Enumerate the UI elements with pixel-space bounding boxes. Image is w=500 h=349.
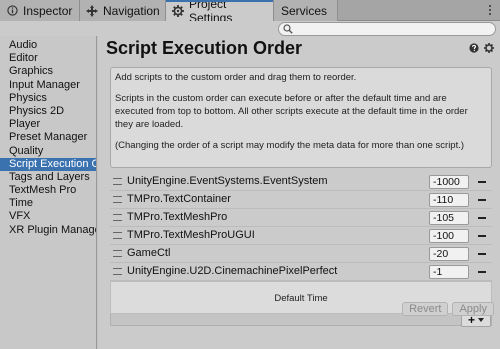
table-row[interactable]: UnityEngine.U2D.CinemachinePixelPerfect bbox=[110, 263, 492, 281]
sidebar-item-physics[interactable]: Physics bbox=[0, 92, 96, 105]
tab-bar: Inspector Navigation Project Settings Se… bbox=[0, 0, 500, 25]
tab-label: Inspector bbox=[23, 3, 73, 18]
footer-buttons: Revert Apply bbox=[402, 302, 494, 316]
sidebar-item-time[interactable]: Time bbox=[0, 197, 96, 210]
script-name: TMPro.TextMeshPro bbox=[127, 211, 228, 223]
sidebar-item-physics-2d[interactable]: Physics 2D bbox=[0, 105, 96, 118]
settings-sidebar: Audio Editor Graphics Input Manager Phys… bbox=[0, 36, 97, 349]
drag-handle-icon[interactable] bbox=[113, 250, 122, 257]
minus-icon bbox=[478, 181, 486, 183]
help-text-line: Scripts in the custom order can execute … bbox=[115, 93, 468, 130]
script-order-list: UnityEngine.EventSystems.EventSystem TMP… bbox=[110, 173, 492, 281]
remove-script-button[interactable] bbox=[476, 176, 488, 188]
settings-gear-icon[interactable] bbox=[484, 43, 494, 53]
sidebar-item-editor[interactable]: Editor bbox=[0, 52, 96, 65]
execution-order-field[interactable] bbox=[429, 229, 469, 243]
drag-handle-icon[interactable] bbox=[113, 196, 122, 203]
sidebar-item-player[interactable]: Player bbox=[0, 118, 96, 131]
script-name: UnityEngine.EventSystems.EventSystem bbox=[127, 175, 328, 187]
search-icon bbox=[282, 23, 294, 35]
remove-script-button[interactable] bbox=[476, 266, 488, 278]
table-row[interactable]: TMPro.TextMeshPro bbox=[110, 209, 492, 227]
remove-script-button[interactable] bbox=[476, 248, 488, 260]
sidebar-item-script-execution-order[interactable]: Script Execution Order bbox=[0, 157, 96, 171]
sidebar-item-quality[interactable]: Quality bbox=[0, 145, 96, 158]
table-row[interactable]: UnityEngine.EventSystems.EventSystem bbox=[110, 173, 492, 191]
tab-navigation[interactable]: Navigation bbox=[80, 0, 166, 21]
execution-order-field[interactable] bbox=[429, 193, 469, 207]
info-icon bbox=[6, 5, 18, 17]
sidebar-item-audio[interactable]: Audio bbox=[0, 39, 96, 52]
page-title: Script Execution Order bbox=[106, 38, 303, 58]
tab-label: Navigation bbox=[103, 3, 160, 18]
dropdown-caret-icon bbox=[478, 318, 484, 322]
sidebar-item-tags-and-layers[interactable]: Tags and Layers bbox=[0, 171, 96, 184]
minus-icon bbox=[478, 217, 486, 219]
tab-project-settings[interactable]: Project Settings bbox=[166, 0, 274, 25]
execution-order-field[interactable] bbox=[429, 175, 469, 189]
drag-handle-icon[interactable] bbox=[113, 178, 122, 185]
navigation-icon bbox=[86, 4, 98, 17]
table-row[interactable]: GameCtl bbox=[110, 245, 492, 263]
minus-icon bbox=[478, 235, 486, 237]
sidebar-item-vfx[interactable]: VFX bbox=[0, 210, 96, 223]
drag-handle-icon[interactable] bbox=[113, 232, 122, 239]
execution-order-field[interactable] bbox=[429, 211, 469, 225]
minus-icon bbox=[478, 271, 486, 273]
help-text-line: Add scripts to the custom order and drag… bbox=[115, 72, 357, 83]
more-options-icon[interactable] bbox=[484, 4, 496, 16]
sidebar-item-textmesh-pro[interactable]: TextMesh Pro bbox=[0, 184, 96, 197]
sidebar-item-xr-plugin-management[interactable]: XR Plugin Management bbox=[0, 224, 96, 237]
title-actions bbox=[469, 43, 494, 53]
main-panel: Script Execution Order Add scripts to th… bbox=[98, 36, 500, 349]
search-field[interactable] bbox=[278, 22, 496, 36]
tab-inspector[interactable]: Inspector bbox=[0, 0, 80, 21]
toolbar bbox=[0, 21, 500, 36]
gear-icon bbox=[172, 4, 184, 17]
drag-handle-icon[interactable] bbox=[113, 214, 122, 221]
script-name: TMPro.TextContainer bbox=[127, 193, 231, 205]
sidebar-item-input-manager[interactable]: Input Manager bbox=[0, 79, 96, 92]
help-text-line: (Changing the order of a script may modi… bbox=[115, 140, 465, 151]
execution-order-field[interactable] bbox=[429, 247, 469, 261]
table-row[interactable]: TMPro.TextContainer bbox=[110, 191, 492, 209]
sidebar-item-graphics[interactable]: Graphics bbox=[0, 65, 96, 78]
search-input[interactable] bbox=[294, 23, 484, 35]
table-row[interactable]: TMPro.TextMeshProUGUI bbox=[110, 227, 492, 245]
remove-script-button[interactable] bbox=[476, 212, 488, 224]
minus-icon bbox=[478, 199, 486, 201]
sidebar-item-preset-manager[interactable]: Preset Manager bbox=[0, 131, 96, 144]
tab-label: Services bbox=[281, 3, 328, 18]
help-box: Add scripts to the custom order and drag… bbox=[110, 67, 492, 168]
remove-script-button[interactable] bbox=[476, 230, 488, 242]
apply-button[interactable]: Apply bbox=[452, 302, 494, 316]
sidebar-list: Audio Editor Graphics Input Manager Phys… bbox=[0, 39, 96, 237]
drag-handle-icon[interactable] bbox=[113, 268, 122, 275]
tab-services[interactable]: Services bbox=[274, 0, 338, 21]
revert-button[interactable]: Revert bbox=[402, 302, 449, 316]
remove-script-button[interactable] bbox=[476, 194, 488, 206]
help-icon[interactable] bbox=[469, 43, 479, 53]
script-name: GameCtl bbox=[127, 247, 171, 259]
execution-order-field[interactable] bbox=[429, 265, 469, 279]
minus-icon bbox=[478, 253, 486, 255]
script-name: UnityEngine.U2D.CinemachinePixelPerfect bbox=[127, 265, 338, 277]
plus-icon: + bbox=[467, 313, 475, 327]
script-name: TMPro.TextMeshProUGUI bbox=[127, 229, 255, 241]
